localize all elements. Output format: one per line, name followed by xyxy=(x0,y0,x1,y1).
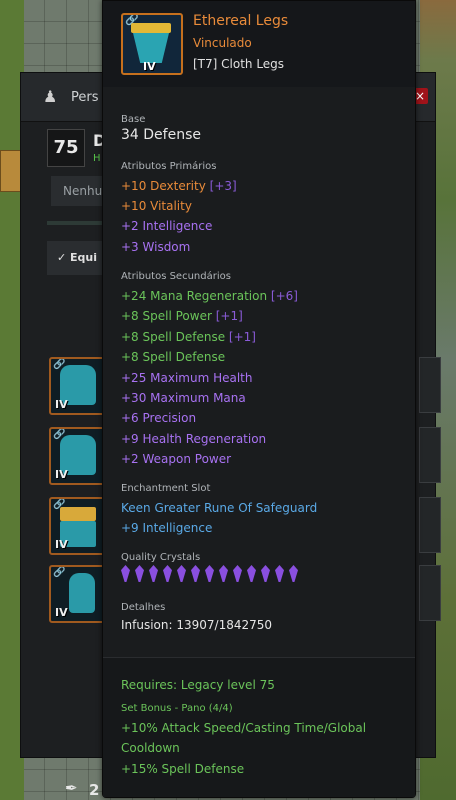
feather-count: 2 xyxy=(89,781,100,799)
secondary-stat: +6 Precision xyxy=(121,411,197,425)
link-icon: 🔗 xyxy=(53,567,66,578)
quality-crystal-icon xyxy=(191,565,200,582)
stat-text: +8 Spell Defense xyxy=(121,330,226,344)
equipment-slot-boots[interactable]: 🔗 IV xyxy=(49,565,107,623)
set-bonus-line: Cooldown xyxy=(121,741,180,755)
enchant-header: Enchantment Slot xyxy=(121,483,211,494)
primary-stat: +10 Dexterity [+3] xyxy=(121,179,237,193)
right-slot[interactable] xyxy=(419,427,441,483)
primary-stat: +3 Wisdom xyxy=(121,240,191,254)
stat-bonus: [+1] xyxy=(228,330,256,344)
quality-crystal-icon xyxy=(289,565,298,582)
secondary-stat: +8 Spell Power [+1] xyxy=(121,309,243,323)
character-icon: ♟ xyxy=(43,87,58,106)
feather-icon: ✒ xyxy=(65,779,78,797)
secondary-stat: +9 Health Regeneration xyxy=(121,432,267,446)
set-bonus-line: +15% Spell Defense xyxy=(121,762,245,776)
quality-crystal-icon xyxy=(135,565,144,582)
divider xyxy=(103,657,415,658)
right-slot[interactable] xyxy=(419,357,441,413)
right-slot[interactable] xyxy=(419,565,441,621)
set-bonus-line: +10% Attack Speed/Casting Time/Global xyxy=(121,721,367,735)
quality-crystal-icon xyxy=(275,565,284,582)
slot-tier: IV xyxy=(55,538,68,551)
tab-equipment-label: Equi xyxy=(70,251,98,264)
item-bound-status: Vinculado xyxy=(193,36,252,50)
stat-bonus: [+1] xyxy=(215,309,243,323)
primary-stat: +2 Intelligence xyxy=(121,219,213,233)
stat-bonus: [+6] xyxy=(270,289,298,303)
quality-crystal-icon xyxy=(233,565,242,582)
quality-crystal-icon xyxy=(205,565,214,582)
secondary-stat: +2 Weapon Power xyxy=(121,452,232,466)
base-header: Base xyxy=(121,114,146,125)
quality-crystal-icon xyxy=(177,565,186,582)
equipment-slot-robe[interactable]: 🔗 IV xyxy=(49,427,107,485)
crystals-header: Quality Crystals xyxy=(121,552,201,563)
infusion-value: Infusion: 13907/1842750 xyxy=(121,618,273,632)
stat-text: +10 Dexterity xyxy=(121,179,206,193)
enchant-name: Keen Greater Rune Of Safeguard xyxy=(121,501,318,515)
secondary-header: Atributos Secundários xyxy=(121,271,231,282)
secondary-stat: +24 Mana Regeneration [+6] xyxy=(121,289,298,303)
enchant-value: +9 Intelligence xyxy=(121,521,213,535)
quality-crystal-icon xyxy=(121,565,130,582)
primary-stat: +10 Vitality xyxy=(121,199,192,213)
requires-text: Requires: Legacy level 75 xyxy=(121,678,275,692)
slot-tier: IV xyxy=(55,398,68,411)
secondary-stat: +25 Maximum Health xyxy=(121,371,253,385)
item-legs-graphic xyxy=(133,33,169,63)
secondary-stat: +8 Spell Defense [+1] xyxy=(121,330,256,344)
level-badge: 75 xyxy=(47,129,85,167)
quality-crystals xyxy=(121,565,298,582)
quality-crystal-icon xyxy=(149,565,158,582)
panel-title: Pers xyxy=(71,90,99,105)
legs-waist-icon xyxy=(60,507,96,521)
tooltip-header: 🔗 IV Ethereal Legs Vinculado [T7] Cloth … xyxy=(103,1,415,87)
item-type: [T7] Cloth Legs xyxy=(193,57,285,71)
item-name: Ethereal Legs xyxy=(193,13,289,29)
quality-crystal-icon xyxy=(163,565,172,582)
equipment-slot-hood[interactable]: 🔗 IV xyxy=(49,357,107,415)
quality-crystal-icon xyxy=(261,565,270,582)
slot-tier: IV xyxy=(55,468,68,481)
stat-text: +24 Mana Regeneration xyxy=(121,289,268,303)
equipment-slot-legs[interactable]: 🔗 IV xyxy=(49,497,107,555)
item-tier: IV xyxy=(143,60,156,73)
secondary-stat: +30 Maximum Mana xyxy=(121,391,246,405)
item-waist-graphic xyxy=(131,23,171,33)
legs-armor-icon: 🔗 IV xyxy=(121,13,183,75)
character-subtitle: H xyxy=(93,153,101,164)
base-value: 34 Defense xyxy=(121,127,201,143)
secondary-stat: +8 Spell Defense xyxy=(121,350,226,364)
quality-crystal-icon xyxy=(219,565,228,582)
set-bonus-title: Set Bonus - Pano (4/4) xyxy=(121,703,233,714)
stat-bonus: [+3] xyxy=(209,179,237,193)
primary-header: Atributos Primários xyxy=(121,161,217,172)
boots-icon xyxy=(69,573,95,613)
quality-crystal-icon xyxy=(247,565,256,582)
slot-tier: IV xyxy=(55,606,68,619)
details-header: Detalhes xyxy=(121,602,166,613)
item-tooltip: 🔗 IV Ethereal Legs Vinculado [T7] Cloth … xyxy=(102,0,416,798)
stat-text: +8 Spell Power xyxy=(121,309,212,323)
right-slot[interactable] xyxy=(419,497,441,553)
